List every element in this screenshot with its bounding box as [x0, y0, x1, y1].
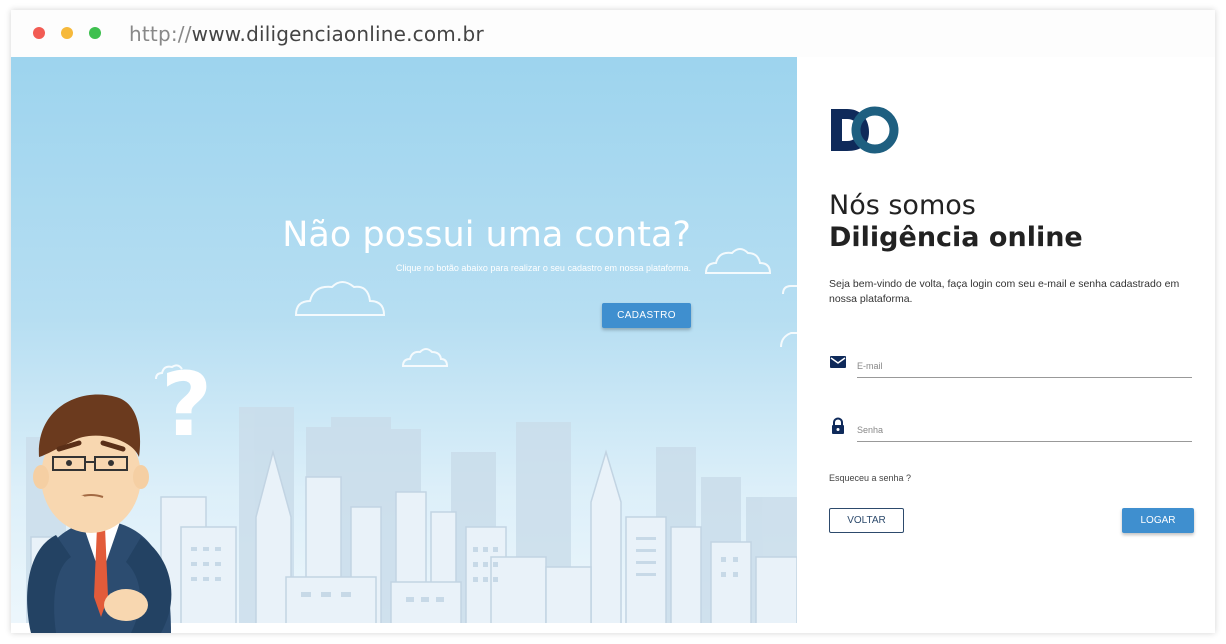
password-input[interactable] — [857, 419, 1192, 442]
email-field-group — [829, 353, 1193, 383]
lock-icon — [832, 417, 844, 434]
mail-icon — [830, 356, 846, 368]
email-input[interactable] — [857, 355, 1192, 378]
browser-window: http://www.diligenciaonline.com.br ? Não… — [11, 10, 1215, 633]
page-title-line1: Nós somos — [829, 190, 976, 221]
signup-panel: ? Não possui uma conta? Clique no botão … — [11, 57, 797, 633]
diligencia-logo — [831, 106, 899, 154]
signup-subline: Clique no botão abaixo para realizar o s… — [395, 263, 691, 273]
browser-toolbar: http://www.diligenciaonline.com.br — [11, 10, 1215, 58]
welcome-text: Seja bem-vindo de volta, faça login com … — [829, 278, 1180, 305]
password-field-group — [829, 417, 1193, 447]
forgot-password-link[interactable]: Esqueceu a senha ? — [829, 473, 911, 483]
login-button[interactable]: LOGAR — [1122, 508, 1194, 533]
question-mark-graphic: ? — [161, 353, 212, 456]
signup-headline: Não possui uma conta? — [282, 215, 691, 255]
login-panel: Nós somos Diligência online Seja bem-vin… — [797, 57, 1215, 633]
address-bar[interactable]: http://www.diligenciaonline.com.br — [129, 22, 484, 46]
minimize-window-dot[interactable] — [61, 27, 73, 39]
back-button[interactable]: VOLTAR — [829, 508, 904, 533]
city-illustration: ? — [11, 248, 797, 633]
page-title-line2: Diligência online — [829, 222, 1083, 253]
close-window-dot[interactable] — [33, 27, 45, 39]
url-protocol: http:// — [129, 22, 192, 46]
url-host: www.diligenciaonline.com.br — [191, 22, 484, 46]
maximize-window-dot[interactable] — [89, 27, 101, 39]
signup-button[interactable]: CADASTRO — [602, 303, 691, 328]
